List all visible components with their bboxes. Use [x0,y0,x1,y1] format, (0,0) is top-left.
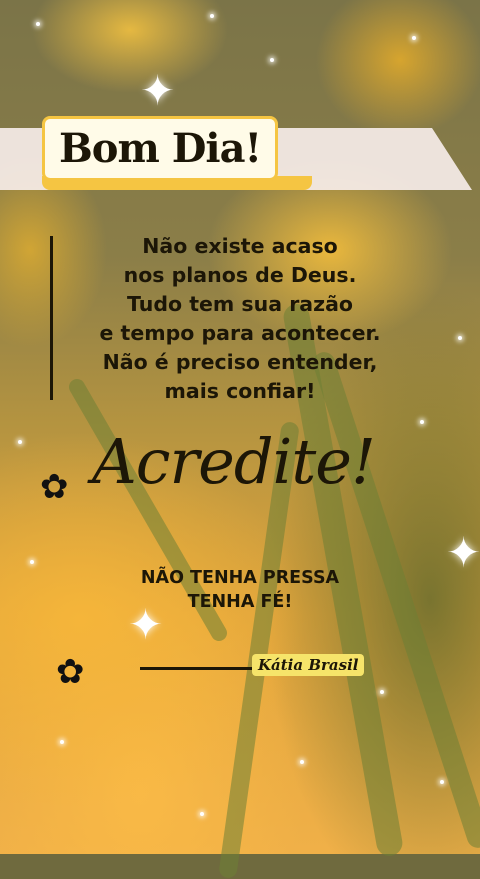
sparkle-dot [60,740,64,744]
quote-line: e tempo para acontecer. [99,321,381,345]
sparkle-dot [440,780,444,784]
signature-line [140,667,252,670]
faith-text: NÃO TENHA PRESSA TENHA FÉ! [70,566,410,614]
sparkle-dot [18,440,22,444]
flower-icon: ✿ [56,652,85,692]
sparkle-dot [420,420,424,424]
faith-line: TENHA FÉ! [187,592,293,612]
quote-line: Não existe acaso [142,234,338,258]
sparkle-dot [36,22,40,26]
sparkle-dot [380,690,384,694]
flower-icon: ✿ [40,467,69,507]
greeting-title: Bom Dia! [42,116,279,181]
sparkle-dot [300,760,304,764]
author-signature: Kátia Brasil [252,654,365,676]
quote-line: Tudo tem sua razão [127,292,353,316]
sparkle-icon: ✦ [140,66,176,115]
sparkle-dot [458,336,462,340]
sparkle-dot [30,560,34,564]
sparkle-dot [210,14,214,18]
sparkle-dot [412,36,416,40]
sparkle-dot [200,812,204,816]
sparkle-dot [270,58,274,62]
quote-text: Não existe acaso nos planos de Deus. Tud… [60,232,420,406]
quote-bar [50,236,53,400]
faith-line: NÃO TENHA PRESSA [140,568,340,588]
quote-line: mais confiar! [164,379,316,403]
sparkle-icon: ✦ [446,528,480,577]
quote-line: nos planos de Deus. [123,263,357,287]
quote-line: Não é preciso entender, [102,350,378,374]
acredite-headline: Acredite! [92,425,376,498]
